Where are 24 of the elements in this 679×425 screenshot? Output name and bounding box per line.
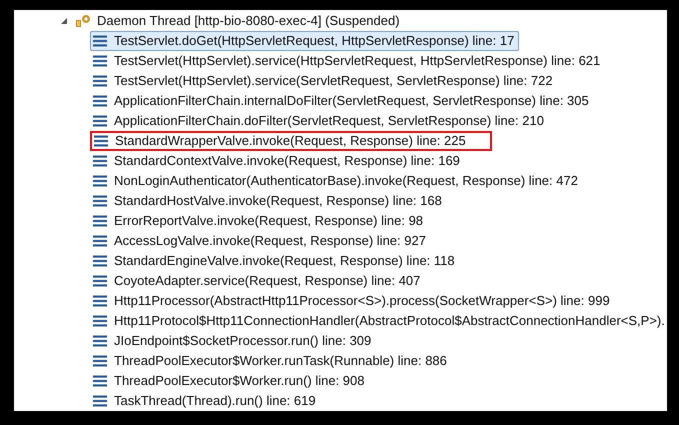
stack-frame-icon bbox=[93, 355, 107, 367]
stack-frame-icon bbox=[93, 295, 107, 307]
stack-frame-icon bbox=[93, 35, 107, 47]
stack-frame-icon bbox=[93, 315, 107, 327]
stack-frame-icon bbox=[93, 195, 107, 207]
thread-icon bbox=[75, 14, 91, 28]
stack-frame-icon bbox=[93, 55, 107, 67]
stack-frame-icon bbox=[93, 215, 107, 227]
stack-frame-icon bbox=[93, 235, 107, 247]
stack-frame-icon bbox=[93, 115, 107, 127]
thread-label[interactable]: Daemon Thread [http-bio-8080-exec-4] (Suspended) bbox=[97, 11, 400, 31]
stack-frame-icon bbox=[94, 135, 108, 147]
stack-frame-icon bbox=[93, 175, 107, 187]
stack-frame-icon bbox=[93, 335, 107, 347]
stack-frame-icon bbox=[93, 275, 107, 287]
stack-frame-item[interactable]: TestServlet.doGet(HttpServletRequest, HttpServletResponse) line: 17 bbox=[90, 31, 520, 51]
stack-frame-icon bbox=[93, 395, 107, 407]
stack-frame-item[interactable]: StandardWrapperValve.invoke(Request, Response) line: 225 bbox=[90, 131, 492, 151]
expand-arrow-icon[interactable] bbox=[60, 17, 68, 25]
stack-frame-icon bbox=[93, 95, 107, 107]
stack-frame-icon bbox=[93, 375, 107, 387]
stack-frame-icon bbox=[93, 155, 107, 167]
stack-frame-icon bbox=[93, 75, 107, 87]
stack-frame-icon bbox=[93, 255, 107, 267]
